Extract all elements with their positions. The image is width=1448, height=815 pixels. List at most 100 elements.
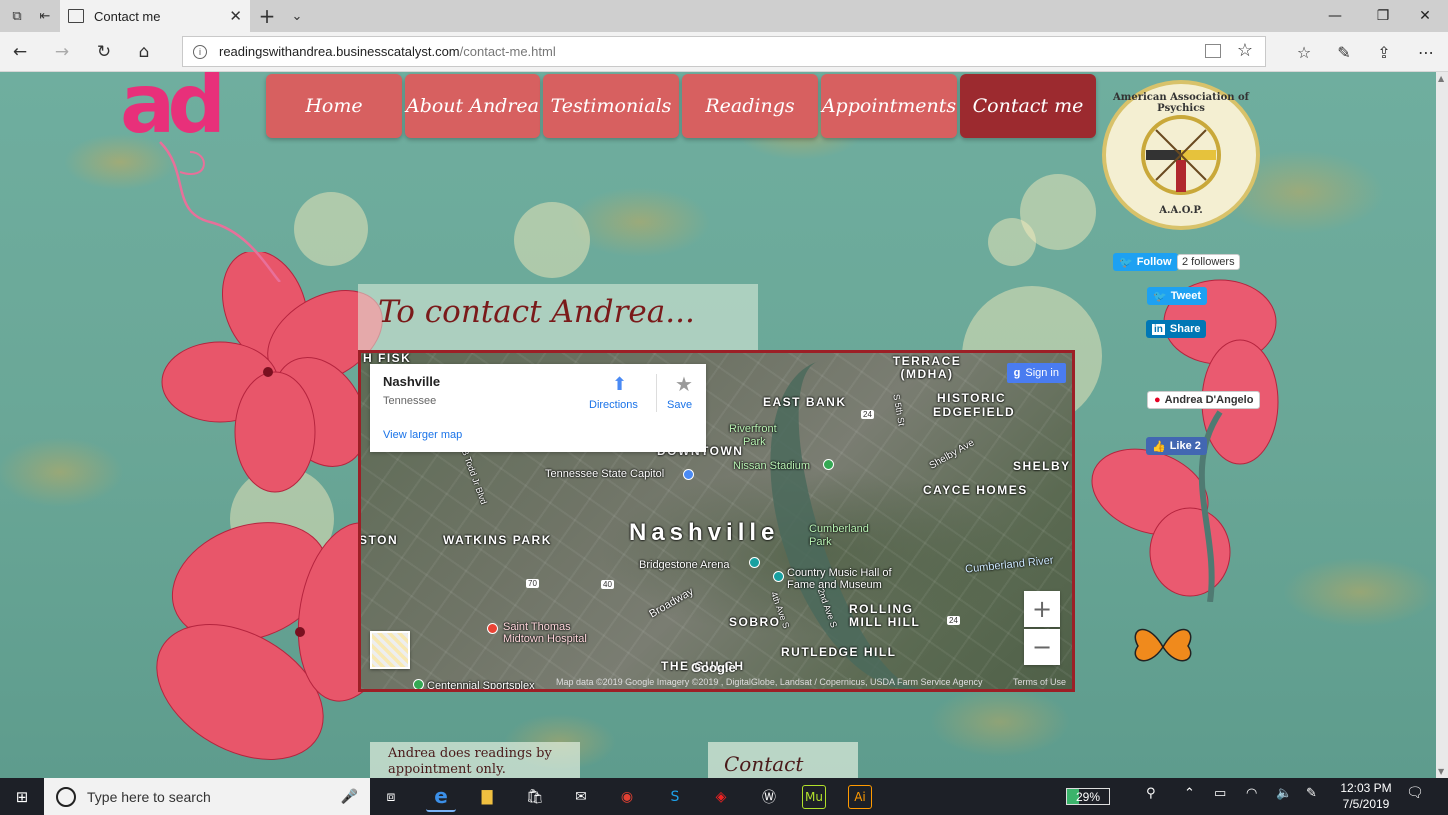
nav-about-andrea[interactable]: About Andrea xyxy=(405,74,540,138)
wordpress-icon[interactable]: Ⓦ xyxy=(754,782,784,812)
logo-swirl-decoration xyxy=(159,141,281,282)
scroll-up-icon[interactable]: ▲ xyxy=(1438,74,1444,83)
page-heading: To contact Andrea... xyxy=(378,294,695,330)
zoom-in-button[interactable]: + xyxy=(1024,591,1060,627)
browser-tab-bar: ⧉ ⇤ Contact me ✕ + ⌄ — ❐ ✕ xyxy=(0,0,1448,32)
zoom-out-button[interactable]: − xyxy=(1024,629,1060,665)
aaop-badge: American Association of Psychics A.A.O.P… xyxy=(1102,80,1260,230)
close-tab-icon[interactable]: ✕ xyxy=(229,7,242,25)
muse-icon[interactable]: Mu xyxy=(802,785,826,809)
creative-cloud-icon[interactable]: ◈ xyxy=(706,782,736,812)
tab-manager-icon[interactable]: ⧉ xyxy=(2,0,32,32)
home-icon[interactable]: ⌂ xyxy=(128,36,160,68)
clock-time: 12:03 PM xyxy=(1340,781,1392,795)
terms-of-use-link[interactable]: Terms of Use xyxy=(1013,677,1066,689)
search-placeholder: Type here to search xyxy=(87,788,211,805)
tab-preview-chevron-icon[interactable]: ⌄ xyxy=(282,0,312,32)
people-icon[interactable]: ⚲ xyxy=(1146,786,1156,801)
highway-shield: 70 xyxy=(526,579,539,588)
twitter-follow-button[interactable]: 🐦 Follow xyxy=(1113,253,1178,271)
sign-in-label: Sign in xyxy=(1025,367,1059,379)
share-icon[interactable]: ⇪ xyxy=(1366,36,1402,68)
taskbar-search-box[interactable]: Type here to search 🎤 xyxy=(44,778,370,815)
map-label: Centennial Sportsplex xyxy=(427,680,535,692)
save-link[interactable]: Save xyxy=(667,399,692,411)
nav-home[interactable]: Home xyxy=(266,74,402,138)
scroll-down-icon[interactable]: ▼ xyxy=(1438,767,1444,776)
stadium-pin-icon[interactable] xyxy=(823,459,834,470)
mail-icon[interactable]: ✉ xyxy=(566,782,596,812)
refresh-icon[interactable]: ↻ xyxy=(88,36,120,68)
show-hidden-icons-chevron-icon[interactable]: ⌃ xyxy=(1184,786,1195,801)
store-icon[interactable]: 🛍 xyxy=(520,782,550,812)
capitol-pin-icon[interactable] xyxy=(683,469,694,480)
favorites-hub-icon[interactable]: ☆ xyxy=(1286,36,1322,68)
reading-view-icon[interactable] xyxy=(1205,44,1221,58)
bokeh-decoration xyxy=(514,202,590,278)
action-center-icon[interactable]: 🗨 xyxy=(1406,785,1424,801)
arena-pin-icon[interactable] xyxy=(749,557,760,568)
restore-icon[interactable]: ❐ xyxy=(1360,0,1406,32)
microphone-icon[interactable]: 🎤 xyxy=(341,788,358,805)
thumbs-up-icon: 👍 xyxy=(1152,440,1166,453)
badge-ring-text: American Association of Psychics xyxy=(1113,92,1249,114)
directions-icon[interactable]: ⬆ xyxy=(612,374,627,395)
map-label: RUTLEDGE HILL xyxy=(781,645,897,659)
tab-contact-me[interactable]: Contact me ✕ xyxy=(60,0,250,32)
battery-indicator[interactable]: 29% xyxy=(1066,788,1110,805)
chrome-icon[interactable]: ◉ xyxy=(612,782,642,812)
nav-testimonials[interactable]: Testimonials xyxy=(543,74,679,138)
twitter-bird-icon: 🐦 xyxy=(1153,290,1167,303)
task-view-icon[interactable]: ⧈ xyxy=(376,782,406,812)
linkedin-icon: in xyxy=(1152,323,1165,335)
nav-readings[interactable]: Readings xyxy=(682,74,818,138)
sportsplex-pin-icon[interactable] xyxy=(413,679,424,689)
map-type-thumbnail[interactable] xyxy=(370,631,410,669)
hospital-pin-icon[interactable] xyxy=(487,623,498,634)
favorite-star-icon[interactable]: ☆ xyxy=(1237,40,1253,61)
new-tab-icon[interactable]: + xyxy=(252,0,282,32)
contact-form-title: Contact Form xyxy=(708,742,858,778)
windows-taskbar: ⊞ Type here to search 🎤 ⧈ e ▇ 🛍 ✉ ◉ S ◈ … xyxy=(0,778,1448,815)
skype-icon[interactable]: S xyxy=(660,782,690,812)
page-scrollbar[interactable]: ▲ ▼ xyxy=(1436,72,1448,778)
volume-icon[interactable]: 🔈 xyxy=(1276,786,1292,801)
pinterest-button[interactable]: ● Andrea D'Angelo xyxy=(1147,391,1261,409)
wifi-icon[interactable]: ◠ xyxy=(1246,786,1257,801)
illustrator-icon[interactable]: Ai xyxy=(848,785,872,809)
edge-browser-icon[interactable]: e xyxy=(426,782,456,812)
battery-tray-icon[interactable]: ▭ xyxy=(1214,786,1226,801)
directions-link[interactable]: Directions xyxy=(589,399,638,411)
tweet-label: Tweet xyxy=(1170,290,1202,302)
set-aside-tabs-icon[interactable]: ⇤ xyxy=(30,0,60,32)
badge-bottom-text: A.A.O.P. xyxy=(1159,205,1203,216)
pen-workspace-icon[interactable]: ✎ xyxy=(1306,786,1317,801)
map-label: SOBRO xyxy=(729,615,781,629)
file-explorer-icon[interactable]: ▇ xyxy=(472,782,502,812)
linkedin-share-button[interactable]: in Share xyxy=(1146,320,1207,338)
nav-appointments[interactable]: Appointments xyxy=(821,74,957,138)
facebook-like-button[interactable]: 👍 Like 2 xyxy=(1146,437,1207,455)
system-clock[interactable]: 12:03 PM 7/5/2019 xyxy=(1334,780,1398,812)
map-sign-in-button[interactable]: g Sign in xyxy=(1006,363,1066,383)
windows-start-icon[interactable]: ⊞ xyxy=(0,778,44,815)
google-map[interactable]: H FISK TERRACE (MDHA) HISTORIC EDGEFIELD… xyxy=(358,350,1075,692)
forward-icon[interactable]: → xyxy=(46,36,78,68)
like-label: Like 2 xyxy=(1169,440,1201,452)
museum-pin-icon[interactable] xyxy=(773,571,784,582)
notes-pen-icon[interactable]: ✎ xyxy=(1326,36,1362,68)
more-menu-icon[interactable]: ⋯ xyxy=(1408,36,1444,68)
tweet-button[interactable]: 🐦 Tweet xyxy=(1147,287,1208,305)
map-label: Cumberland Park xyxy=(809,523,869,548)
view-larger-map-link[interactable]: View larger map xyxy=(383,429,462,441)
nav-contact-me[interactable]: Contact me xyxy=(960,74,1096,138)
back-icon[interactable]: ← xyxy=(4,36,36,68)
site-info-icon[interactable]: i xyxy=(193,44,207,59)
map-label: Nashville xyxy=(629,519,780,546)
save-star-icon[interactable]: ★ xyxy=(675,372,693,397)
map-attribution: Map data ©2019 Google Imagery ©2019 , Di… xyxy=(556,677,983,687)
butterfly-decoration xyxy=(1134,628,1192,662)
close-window-icon[interactable]: ✕ xyxy=(1402,0,1448,32)
minimize-icon[interactable]: — xyxy=(1312,0,1358,32)
address-input[interactable]: i readingswithandrea.businesscatalyst.co… xyxy=(182,36,1266,67)
